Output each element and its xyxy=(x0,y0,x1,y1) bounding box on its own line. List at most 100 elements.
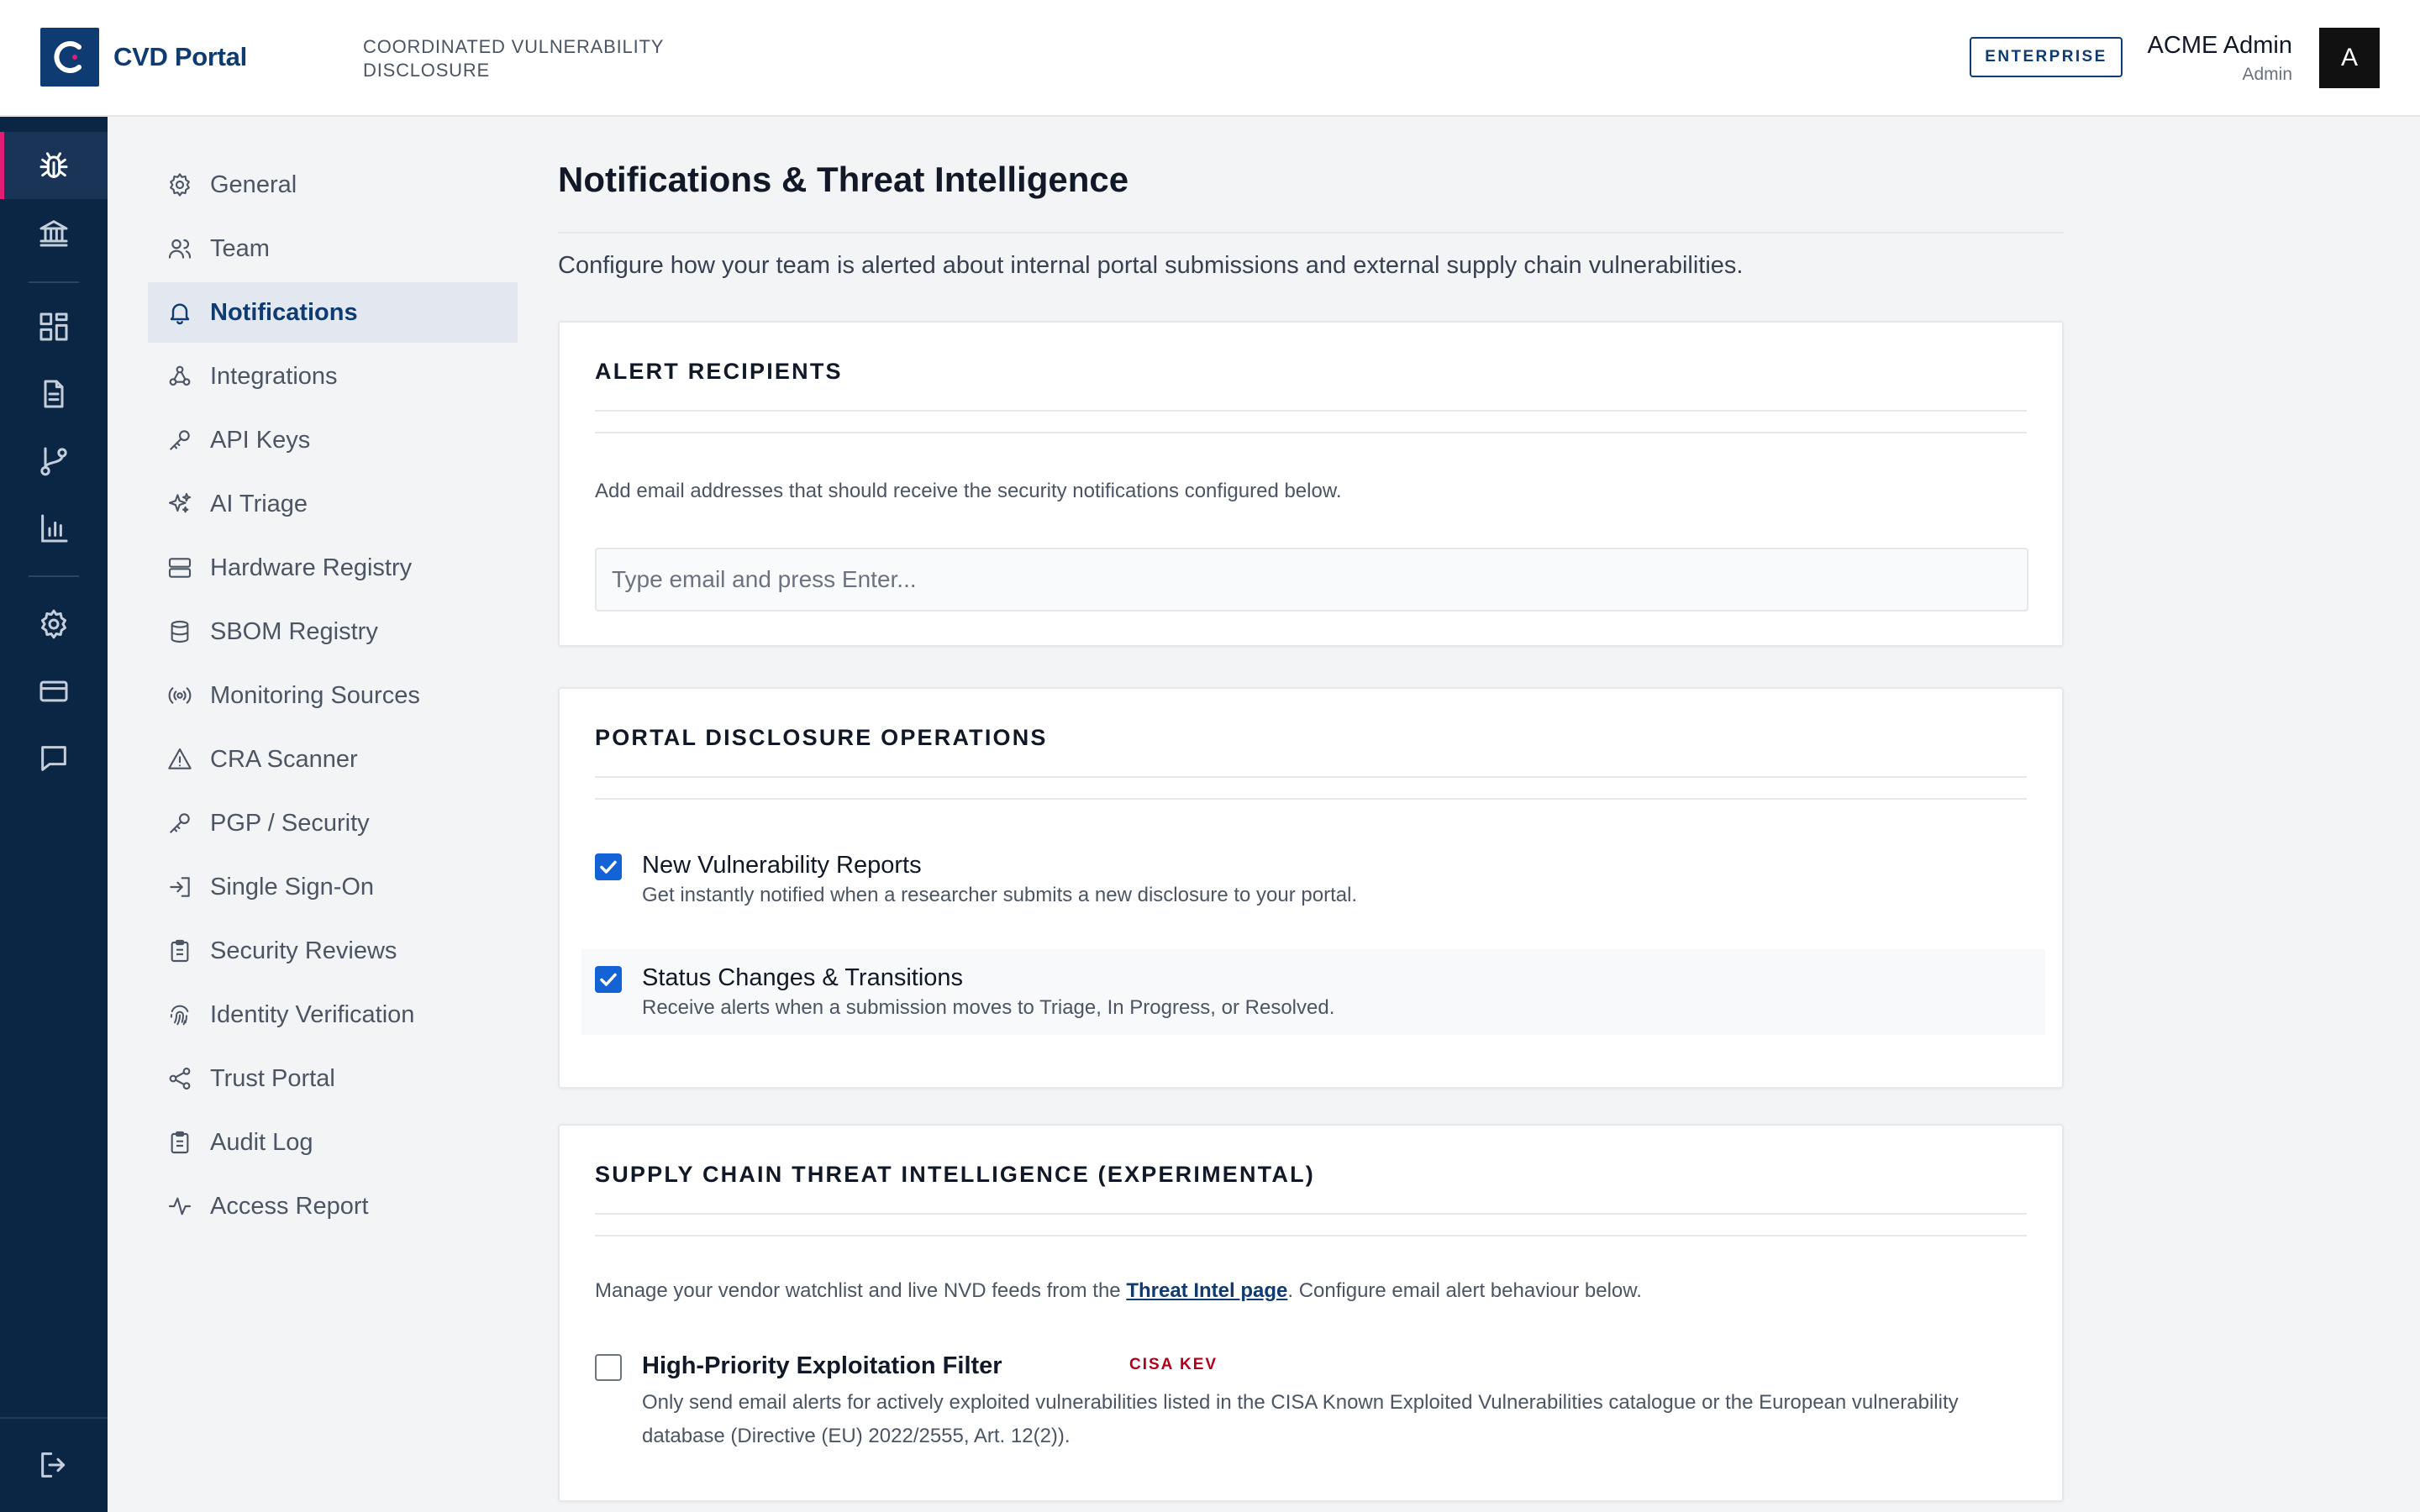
brand-logo[interactable] xyxy=(40,28,99,87)
chat-bubble-icon xyxy=(41,746,66,771)
user-avatar[interactable]: A xyxy=(2319,28,2380,88)
clipboard-icon xyxy=(171,1131,189,1154)
rail-item-dashboard[interactable] xyxy=(0,293,108,360)
threat-intel-help-text: Manage your vendor watchlist and live NV… xyxy=(595,1277,1642,1305)
brand-subtitle: COORDINATED VULNERABILITY DISCLOSURE xyxy=(363,36,664,81)
option-new-reports: New Vulnerability Reports Get instantly … xyxy=(581,837,2045,917)
fingerprint-icon xyxy=(170,1005,189,1026)
rail-item-messages[interactable] xyxy=(0,725,108,792)
nav-item-cra-scanner[interactable]: CRA Scanner xyxy=(148,729,518,790)
nav-item-access-report[interactable]: Access Report xyxy=(148,1176,518,1236)
nav-item-label: Trust Portal xyxy=(210,1064,335,1092)
git-branch-icon xyxy=(40,447,67,476)
option-status-changes: Status Changes & Transitions Receive ale… xyxy=(581,949,2045,1035)
nav-item-integrations[interactable]: Integrations xyxy=(148,346,518,407)
nav-item-label: Audit Log xyxy=(210,1128,313,1156)
rail-item-analytics[interactable] xyxy=(0,495,108,562)
activity-icon xyxy=(168,1197,192,1215)
user-name[interactable]: ACME Admin xyxy=(2148,30,2292,60)
nav-item-sbom-registry[interactable]: SBOM Registry xyxy=(148,601,518,662)
login-icon xyxy=(170,877,190,897)
database-icon xyxy=(171,620,189,643)
warning-triangle-icon xyxy=(168,748,192,769)
help-text-after-link: . Configure email alert behaviour below. xyxy=(1287,1279,1642,1302)
card-divider xyxy=(595,410,2027,412)
option-title: New Vulnerability Reports xyxy=(642,852,922,879)
option-description: Get instantly notified when a researcher… xyxy=(642,884,1358,906)
plan-badge: ENTERPRISE xyxy=(1970,37,2123,77)
exploitation-filter-checkbox[interactable] xyxy=(595,1354,622,1381)
settings-nav: General Team Notifications Integrations … xyxy=(148,155,518,1240)
rail-item-reports[interactable] xyxy=(0,360,108,428)
nav-item-label: Team xyxy=(210,234,270,262)
nav-item-label: Single Sign-On xyxy=(210,873,375,900)
webhook-icon xyxy=(169,365,191,386)
nav-item-label: SBOM Registry xyxy=(210,617,378,645)
portal-disclosure-card: PORTAL DISCLOSURE OPERATIONS New Vulnera… xyxy=(558,687,2064,1089)
threat-intel-page-link[interactable]: Threat Intel page xyxy=(1126,1279,1287,1302)
nav-item-label: Identity Verification xyxy=(210,1000,415,1028)
bell-icon xyxy=(170,303,190,325)
nav-item-monitoring-sources[interactable]: Monitoring Sources xyxy=(148,665,518,726)
nav-item-label: Notifications xyxy=(210,298,358,326)
nav-item-notifications[interactable]: Notifications xyxy=(148,282,518,343)
rail-item-settings[interactable] xyxy=(0,591,108,658)
sparkles-icon xyxy=(168,492,192,513)
nav-item-general[interactable]: General xyxy=(148,155,518,215)
nav-item-label: PGP / Security xyxy=(210,809,370,837)
rail-item-organization[interactable] xyxy=(0,199,108,266)
users-icon xyxy=(168,239,192,259)
option-description: Only send email alerts for actively expl… xyxy=(642,1391,1959,1447)
threat-intel-card: SUPPLY CHAIN THREAT INTELLIGENCE (EXPERI… xyxy=(558,1124,2064,1502)
recipients-help-text: Add email addresses that should receive … xyxy=(595,480,1342,502)
nav-item-ai-triage[interactable]: AI Triage xyxy=(148,474,518,534)
logout-icon xyxy=(41,1452,66,1478)
share-icon xyxy=(169,1067,191,1090)
nav-item-label: Monitoring Sources xyxy=(210,681,420,709)
rail-item-workflows[interactable] xyxy=(0,428,108,495)
card-divider xyxy=(595,432,2027,433)
clipboard-icon xyxy=(171,939,189,963)
nav-item-audit-log[interactable]: Audit Log xyxy=(148,1112,518,1173)
nav-item-pgp-security[interactable]: PGP / Security xyxy=(148,793,518,853)
rail-item-billing[interactable] xyxy=(0,658,108,725)
nav-item-team[interactable]: Team xyxy=(148,218,518,279)
dashboard-grid-icon xyxy=(39,312,68,341)
new-reports-checkbox[interactable] xyxy=(595,853,622,880)
nav-item-trust-portal[interactable]: Trust Portal xyxy=(148,1048,518,1109)
nav-item-label: General xyxy=(210,171,297,198)
email-recipient-input[interactable] xyxy=(595,548,2028,612)
logo-mark-icon xyxy=(54,41,82,73)
nav-item-single-sign-on[interactable]: Single Sign-On xyxy=(148,857,518,917)
option-exploitation-filter: High-Priority Exploitation Filter CISA K… xyxy=(581,1337,2045,1472)
checkmark-icon xyxy=(600,860,617,874)
card-divider xyxy=(595,798,2027,800)
nav-item-hardware-registry[interactable]: Hardware Registry xyxy=(148,538,518,598)
gear-icon xyxy=(41,609,66,639)
server-icon xyxy=(168,558,192,578)
alert-recipients-card: ALERT RECIPIENTS Add email addresses tha… xyxy=(558,321,2064,647)
document-icon xyxy=(44,380,64,408)
nav-item-label: Security Reviews xyxy=(210,937,397,964)
nav-item-identity-verification[interactable]: Identity Verification xyxy=(148,984,518,1045)
option-description: Receive alerts when a submission moves t… xyxy=(642,996,1335,1019)
nav-item-label: Integrations xyxy=(210,362,338,390)
rail-bottom-divider xyxy=(0,1417,108,1419)
credit-card-icon xyxy=(39,680,68,702)
card-divider xyxy=(595,776,2027,778)
rail-divider xyxy=(29,575,79,577)
rail-item-vulnerabilities[interactable] xyxy=(0,132,108,199)
radio-icon xyxy=(168,687,192,704)
rail-item-logout[interactable] xyxy=(0,1431,108,1499)
brand-name[interactable]: CVD Portal xyxy=(113,40,247,74)
page-description: Configure how your team is alerted about… xyxy=(558,252,1744,279)
nav-item-api-keys[interactable]: API Keys xyxy=(148,410,518,470)
icon-rail xyxy=(0,117,108,1512)
key-icon xyxy=(170,813,190,833)
nav-item-label: CRA Scanner xyxy=(210,745,358,773)
nav-item-security-reviews[interactable]: Security Reviews xyxy=(148,921,518,981)
card-title: PORTAL DISCLOSURE OPERATIONS xyxy=(595,725,1048,750)
status-changes-checkbox[interactable] xyxy=(595,966,622,993)
bar-chart-icon xyxy=(41,514,68,543)
nav-item-label: AI Triage xyxy=(210,490,308,517)
